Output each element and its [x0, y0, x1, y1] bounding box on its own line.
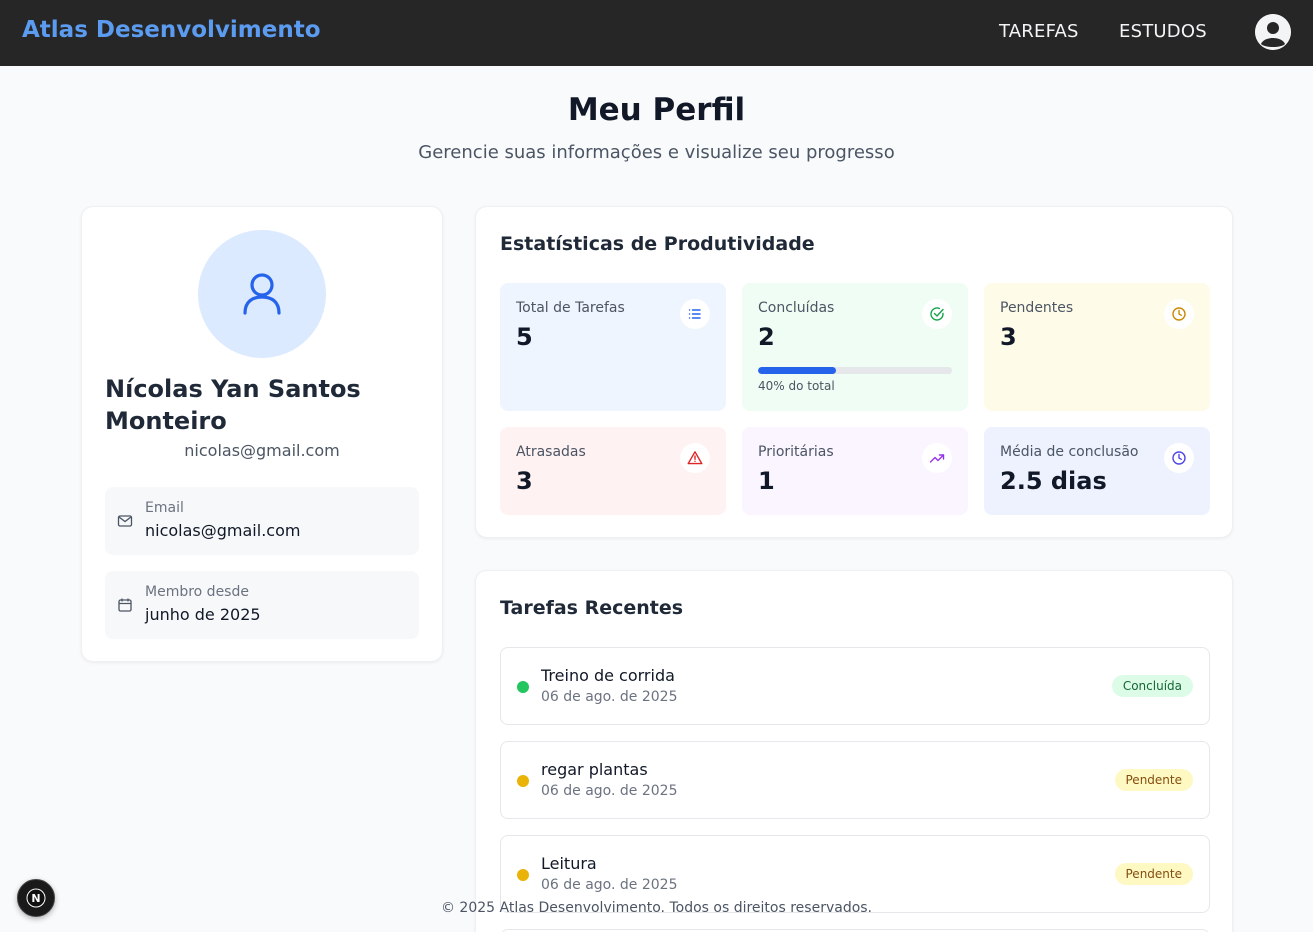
- nav-link-tarefas[interactable]: TAREFAS: [999, 21, 1079, 42]
- task-status-dot: [517, 869, 529, 881]
- list-icon: [680, 299, 710, 329]
- next-logo-letter: N: [31, 892, 40, 905]
- stat-label: Atrasadas: [516, 444, 586, 460]
- task-date: 06 de ago. de 2025: [541, 877, 678, 893]
- member-since-value: junho de 2025: [145, 605, 261, 624]
- stat-value: 2.5 dias: [1000, 467, 1107, 495]
- recent-tasks-card: Tarefas Recentes Treino de corrida 06 de…: [475, 570, 1233, 932]
- footer-copyright: © 2025 Atlas Desenvolvimento. Todos os d…: [440, 900, 873, 916]
- stat-label: Média de conclusão: [1000, 444, 1139, 460]
- brand-logo-link[interactable]: Atlas Desenvolvimento: [22, 17, 321, 43]
- profile-card: Nícolas Yan Santos Monteiro nicolas@gmai…: [81, 206, 443, 662]
- stat-label: Concluídas: [758, 300, 835, 316]
- stat-overdue: Atrasadas 3: [500, 427, 726, 515]
- email-info-box: Email nicolas@gmail.com: [105, 487, 419, 555]
- clock-icon: [1164, 443, 1194, 473]
- task-title: Treino de corrida: [541, 666, 675, 685]
- user-circle-icon: [1255, 14, 1291, 50]
- profile-avatar: [198, 230, 326, 358]
- profile-email: nicolas@gmail.com: [184, 441, 340, 460]
- dev-tools-button[interactable]: N: [17, 879, 55, 917]
- productivity-stats-card: Estatísticas de Produtividade Total de T…: [475, 206, 1233, 538]
- stat-label: Prioritárias: [758, 444, 834, 460]
- member-since-box: Membro desde junho de 2025: [105, 571, 419, 639]
- task-date: 06 de ago. de 2025: [541, 783, 678, 799]
- task-status-badge: Pendente: [1114, 863, 1193, 885]
- task-status-dot: [517, 775, 529, 787]
- stat-value: 1: [758, 467, 775, 495]
- completion-progress-text: 40% do total: [758, 379, 835, 393]
- next-logo-icon: N: [26, 888, 46, 908]
- task-status-badge: Concluída: [1111, 675, 1193, 697]
- completion-progress-bar: [758, 367, 952, 374]
- member-since-label: Membro desde: [145, 584, 249, 600]
- task-date: 06 de ago. de 2025: [541, 689, 678, 705]
- task-row[interactable]: regar plantas 06 de ago. de 2025 Pendent…: [500, 741, 1210, 819]
- profile-name: Nícolas Yan Santos Monteiro: [105, 375, 361, 435]
- user-menu-button[interactable]: [1255, 14, 1291, 50]
- task-status-badge: Pendente: [1114, 769, 1193, 791]
- email-value: nicolas@gmail.com: [145, 521, 301, 540]
- page-title: Meu Perfil: [567, 92, 746, 128]
- completion-progress-fill: [758, 367, 836, 374]
- mail-icon: [117, 515, 133, 527]
- top-navbar: Atlas Desenvolvimento TAREFAS ESTUDOS: [0, 0, 1313, 66]
- stat-label: Pendentes: [1000, 300, 1074, 316]
- user-icon: [243, 273, 281, 315]
- email-label: Email: [145, 500, 184, 516]
- stat-value: 2: [758, 323, 775, 351]
- stat-average-completion: Média de conclusão 2.5 dias: [984, 427, 1210, 515]
- nav-link-estudos[interactable]: ESTUDOS: [1119, 21, 1207, 42]
- trending-up-icon: [922, 443, 952, 473]
- task-status-dot: [517, 681, 529, 693]
- stat-priority: Prioritárias 1: [742, 427, 968, 515]
- clock-icon: [1164, 299, 1194, 329]
- stat-pending: Pendentes 3: [984, 283, 1210, 411]
- calendar-icon: [118, 598, 132, 612]
- task-title: Leitura: [541, 854, 597, 873]
- check-circle-icon: [922, 299, 952, 329]
- task-row[interactable]: Treino de corrida 06 de ago. de 2025 Con…: [500, 647, 1210, 725]
- stat-value: 3: [516, 467, 533, 495]
- page-subtitle: Gerencie suas informações e visualize se…: [418, 142, 895, 163]
- stat-value: 3: [1000, 323, 1017, 351]
- recent-tasks-title: Tarefas Recentes: [500, 597, 684, 619]
- task-title: regar plantas: [541, 760, 648, 779]
- stat-label: Total de Tarefas: [516, 300, 625, 316]
- alert-triangle-icon: [680, 443, 710, 473]
- stat-completed: Concluídas 2 40% do total: [742, 283, 968, 411]
- stat-total-tasks: Total de Tarefas 5: [500, 283, 726, 411]
- stats-title: Estatísticas de Produtividade: [500, 233, 815, 255]
- stat-value: 5: [516, 323, 533, 351]
